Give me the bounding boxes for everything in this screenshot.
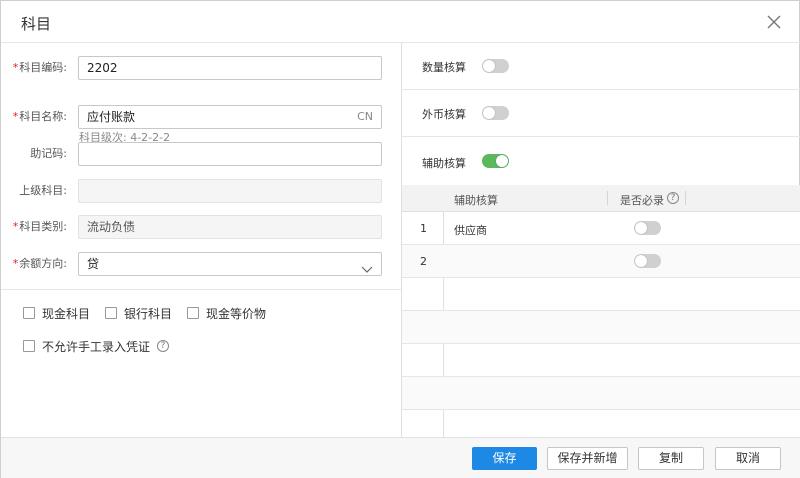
- direction-select[interactable]: 贷: [78, 252, 382, 276]
- save-and-new-button[interactable]: 保存并新增: [547, 447, 628, 470]
- direction-label: 余额方向:: [19, 257, 67, 270]
- mnemonic-input[interactable]: [78, 142, 382, 166]
- checkbox-label: 不允许手工录入凭证: [42, 339, 151, 354]
- quantity-label: 数量核算: [422, 61, 466, 74]
- name-input[interactable]: 应付账款 CN: [78, 105, 382, 129]
- foreign-toggle[interactable]: [482, 106, 509, 120]
- row-index: 1: [420, 222, 427, 235]
- checkbox-box[interactable]: [105, 307, 117, 319]
- foreign-label: 外币核算: [422, 108, 466, 121]
- toggle-knob: [483, 107, 495, 119]
- language-switch[interactable]: CN: [357, 106, 373, 128]
- table-row-empty: [402, 377, 800, 410]
- required-toggle[interactable]: [634, 254, 661, 268]
- checkbox-label: 现金科目: [42, 306, 91, 321]
- foreign-option: 外币核算: [402, 90, 800, 137]
- auxiliary-label: 辅助核算: [422, 157, 466, 170]
- direction-value: 贷: [87, 257, 100, 271]
- table-row-empty: [402, 344, 800, 377]
- checkbox-label: 现金等价物: [206, 306, 267, 321]
- direction-row: *余额方向: 贷: [1, 252, 401, 276]
- name-label: 科目名称:: [19, 110, 67, 123]
- required-toggle[interactable]: [634, 221, 661, 235]
- required-mark: *: [12, 110, 19, 123]
- required-mark: *: [12, 61, 19, 74]
- save-button[interactable]: 保存: [472, 447, 537, 470]
- mnemonic-row: 助记码:: [1, 142, 401, 166]
- toggle-knob: [496, 155, 508, 167]
- header-auxiliary: 辅助核算: [454, 194, 498, 207]
- cash-account-checkbox[interactable]: 现金科目: [23, 304, 90, 322]
- dialog-title: 科目: [21, 15, 52, 33]
- table-row[interactable]: 1 供应商: [402, 212, 800, 245]
- checkbox-label: 银行科目: [124, 306, 173, 321]
- row-index: 2: [420, 255, 427, 268]
- account-form: *科目编码: 2202 科目级次: 4-2-2-2 *科目名称: 应付账款 CN …: [1, 43, 402, 437]
- dialog-footer: 保存 保存并新增 复制 取消: [1, 437, 800, 478]
- table-row-empty: [402, 278, 800, 311]
- toggle-knob: [483, 60, 495, 72]
- question-icon[interactable]: ?: [157, 340, 170, 352]
- chevron-down-icon[interactable]: [361, 259, 373, 281]
- table-row-empty: [402, 311, 800, 344]
- table-row[interactable]: 2: [402, 245, 800, 278]
- checkbox-box[interactable]: [23, 307, 35, 319]
- quantity-toggle[interactable]: [482, 59, 509, 73]
- dialog-header: 科目: [1, 1, 800, 43]
- parent-row: 上级科目:: [1, 179, 401, 203]
- required-mark: *: [12, 220, 19, 233]
- cancel-button[interactable]: 取消: [715, 447, 781, 470]
- quantity-option: 数量核算: [402, 43, 800, 90]
- required-mark: *: [12, 257, 19, 270]
- code-row: *科目编码: 2202: [1, 56, 401, 80]
- parent-label: 上级科目:: [19, 184, 67, 197]
- cash-equivalent-checkbox[interactable]: 现金等价物: [187, 304, 266, 322]
- table-header: 辅助核算 是否必录 ?: [402, 185, 800, 212]
- auxiliary-table: 辅助核算 是否必录 ? 1 供应商 2: [402, 185, 800, 437]
- category-input: 流动负债: [78, 215, 382, 239]
- options-panel: 数量核算 外币核算 辅助核算 辅助核算 是否必录 ? 1 供应商 2: [402, 43, 800, 437]
- account-dialog: 科目 *科目编码: 2202 科目级次: 4-2-2-2 *科目名称: 应付账款…: [0, 0, 800, 478]
- column-divider: [607, 191, 608, 205]
- category-row: *科目类别: 流动负债: [1, 215, 401, 239]
- header-required: 是否必录: [620, 194, 664, 207]
- form-divider: [1, 289, 401, 290]
- column-divider: [685, 191, 686, 205]
- bank-account-checkbox[interactable]: 银行科目: [105, 304, 172, 322]
- name-row: *科目名称: 应付账款 CN: [1, 105, 401, 129]
- no-manual-entry-checkbox[interactable]: 不允许手工录入凭证 ?: [23, 337, 170, 355]
- parent-input: [78, 179, 382, 203]
- toggle-knob: [635, 255, 647, 267]
- row-auxiliary-name: 供应商: [454, 224, 487, 237]
- question-icon[interactable]: ?: [667, 192, 679, 204]
- code-label: 科目编码:: [19, 61, 67, 74]
- category-label: 科目类别:: [19, 220, 67, 233]
- auxiliary-option: 辅助核算: [402, 137, 800, 184]
- toggle-knob: [635, 222, 647, 234]
- close-icon[interactable]: [765, 13, 783, 31]
- auxiliary-toggle[interactable]: [482, 154, 509, 168]
- checkbox-box[interactable]: [23, 340, 35, 352]
- mnemonic-label: 助记码:: [30, 147, 67, 160]
- code-input[interactable]: 2202: [78, 56, 382, 80]
- name-value: 应付账款: [87, 110, 136, 124]
- copy-button[interactable]: 复制: [638, 447, 704, 470]
- checkbox-box[interactable]: [187, 307, 199, 319]
